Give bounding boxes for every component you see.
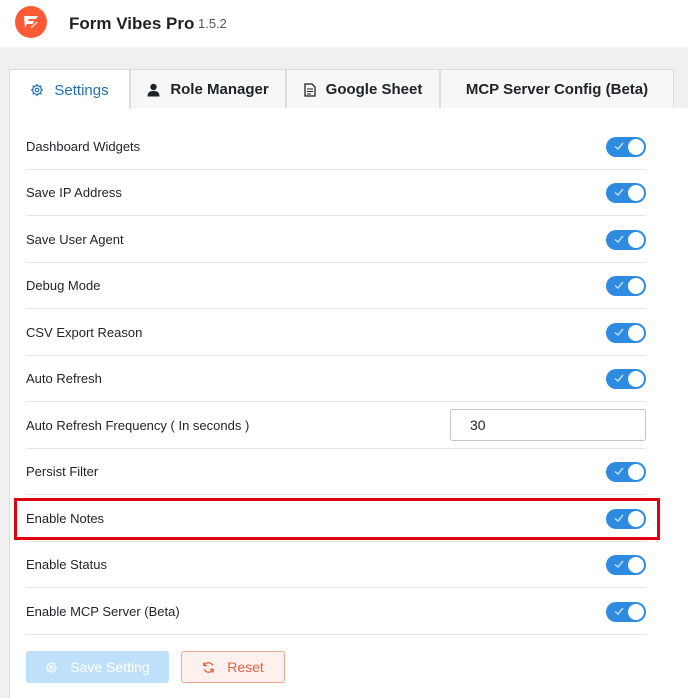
tab-settings[interactable]: Settings xyxy=(9,69,130,110)
toggle-knob xyxy=(628,511,644,527)
setting-row-auto-refresh: Auto Refresh xyxy=(26,356,646,402)
form-vibes-logo xyxy=(15,6,47,38)
toggle-knob xyxy=(628,604,644,620)
save-setting-button[interactable]: Save Setting xyxy=(26,651,169,683)
toggle-knob xyxy=(628,278,644,294)
app-title: Form Vibes Pro xyxy=(69,14,195,33)
setting-row-csv-export-reason: CSV Export Reason xyxy=(26,310,646,356)
tab-mcp-server-config-label: MCP Server Config (Beta) xyxy=(465,81,649,98)
toggle-knob xyxy=(628,464,644,480)
setting-label: Debug Mode xyxy=(26,278,101,293)
check-icon xyxy=(614,281,624,289)
setting-row-debug-mode: Debug Mode xyxy=(26,263,646,309)
setting-row-persist-filter: Persist Filter xyxy=(26,449,646,495)
setting-row-save-user-agent: Save User Agent xyxy=(26,217,646,263)
check-icon xyxy=(614,467,624,475)
tab-settings-label: Settings xyxy=(54,81,109,99)
enable-notes-toggle[interactable] xyxy=(606,509,646,529)
tab-google-sheet-label: Google Sheet xyxy=(325,81,423,98)
check-icon xyxy=(614,328,624,336)
reset-button[interactable]: Reset xyxy=(181,651,285,683)
settings-tabs: Settings Role Manager Google Sheet MCP S… xyxy=(9,69,688,110)
tab-google-sheet[interactable]: Google Sheet xyxy=(286,69,440,109)
setting-row-enable-notes: Enable Notes xyxy=(26,496,646,542)
refresh-icon xyxy=(202,661,215,674)
setting-label: Auto Refresh xyxy=(26,371,102,386)
gear-icon xyxy=(45,661,58,674)
persist-filter-toggle[interactable] xyxy=(606,462,646,482)
check-icon xyxy=(614,188,624,196)
toggle-knob xyxy=(628,557,644,573)
dashboard-widgets-toggle[interactable] xyxy=(606,137,646,157)
check-icon xyxy=(614,607,624,615)
debug-mode-toggle[interactable] xyxy=(606,276,646,296)
tab-mcp-server-config[interactable]: MCP Server Config (Beta) xyxy=(440,69,674,109)
auto-refresh-frequency-input[interactable] xyxy=(450,409,646,441)
setting-label: CSV Export Reason xyxy=(26,325,143,340)
check-icon xyxy=(614,560,624,568)
setting-label: Persist Filter xyxy=(26,464,99,479)
check-icon xyxy=(614,235,624,243)
setting-row-enable-mcp-server: Enable MCP Server (Beta) xyxy=(26,589,646,635)
enable-mcp-server-toggle[interactable] xyxy=(606,602,646,622)
reset-label: Reset xyxy=(227,659,264,675)
check-icon xyxy=(614,514,624,522)
app-version: 1.5.2 xyxy=(198,16,227,31)
setting-label: Save IP Address xyxy=(26,185,122,200)
tab-role-manager[interactable]: Role Manager xyxy=(130,69,286,109)
save-user-agent-toggle[interactable] xyxy=(606,230,646,250)
setting-row-save-ip-address: Save IP Address xyxy=(26,170,646,216)
gear-icon xyxy=(30,83,44,97)
auto-refresh-toggle[interactable] xyxy=(606,369,646,389)
settings-panel: Dashboard Widgets Save IP Address Save U… xyxy=(9,108,688,698)
toggle-knob xyxy=(628,185,644,201)
check-icon xyxy=(614,374,624,382)
user-icon xyxy=(147,83,160,97)
setting-label: Dashboard Widgets xyxy=(26,139,141,154)
save-ip-address-toggle[interactable] xyxy=(606,183,646,203)
top-bar: Form Vibes Pro 1.5.2 xyxy=(0,0,688,47)
setting-label: Save User Agent xyxy=(26,232,124,247)
toggle-knob xyxy=(628,139,644,155)
setting-row-auto-refresh-frequency: Auto Refresh Frequency ( In seconds ) xyxy=(26,403,646,449)
tab-role-manager-label: Role Manager xyxy=(170,81,269,98)
setting-label: Auto Refresh Frequency ( In seconds ) xyxy=(26,418,250,433)
toggle-knob xyxy=(628,325,644,341)
save-setting-label: Save Setting xyxy=(70,659,150,675)
check-icon xyxy=(614,142,624,150)
document-icon xyxy=(304,82,316,97)
setting-label: Enable Notes xyxy=(26,511,105,526)
setting-label: Enable MCP Server (Beta) xyxy=(26,604,180,619)
setting-row-dashboard-widgets: Dashboard Widgets xyxy=(26,124,646,170)
enable-status-toggle[interactable] xyxy=(606,555,646,575)
setting-row-enable-status: Enable Status xyxy=(26,542,646,588)
toggle-knob xyxy=(628,371,644,387)
toggle-knob xyxy=(628,232,644,248)
csv-export-reason-toggle[interactable] xyxy=(606,323,646,343)
setting-label: Enable Status xyxy=(26,557,107,572)
